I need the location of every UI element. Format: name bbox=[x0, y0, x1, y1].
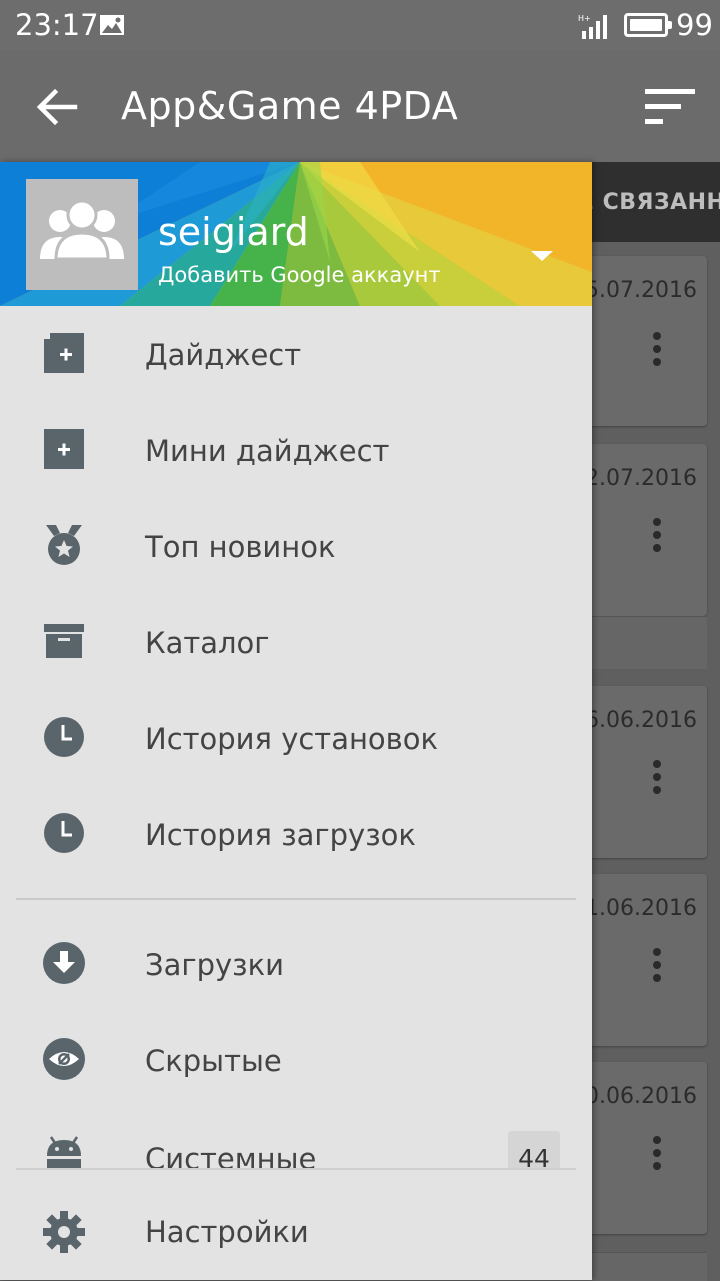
battery-level: 99 bbox=[676, 8, 713, 42]
card-date: 5.07.2016 bbox=[585, 278, 697, 303]
clock-icon bbox=[44, 813, 84, 853]
card-date: 2.07.2016 bbox=[585, 466, 697, 491]
more-vert-icon[interactable] bbox=[653, 760, 663, 799]
more-vert-icon[interactable] bbox=[653, 332, 663, 371]
drawer-header[interactable]: seigiard Добавить Google аккаунт bbox=[0, 162, 592, 306]
more-vert-icon[interactable] bbox=[653, 1136, 663, 1175]
drawer-item-label: Каталог bbox=[145, 626, 270, 660]
drawer-item-label: История установок bbox=[145, 722, 439, 756]
add-google-account-link[interactable]: Добавить Google аккаунт bbox=[158, 263, 441, 287]
card-date: 1.06.2016 bbox=[585, 896, 697, 921]
back-arrow-icon[interactable] bbox=[35, 85, 79, 129]
drawer-item-top-new[interactable]: Топ новинок bbox=[0, 499, 592, 595]
drawer-item-label: Скрытые bbox=[145, 1044, 282, 1078]
more-vert-icon[interactable] bbox=[653, 518, 663, 557]
avatar[interactable] bbox=[26, 179, 138, 290]
mini-digest-icon bbox=[44, 429, 84, 469]
drawer-item-downloads[interactable]: Загрузки bbox=[0, 917, 592, 1013]
more-vert-icon[interactable] bbox=[653, 948, 663, 987]
navigation-drawer: seigiard Добавить Google аккаунт Дайджес… bbox=[0, 162, 592, 1280]
sort-icon[interactable] bbox=[645, 87, 695, 127]
download-icon bbox=[43, 942, 85, 984]
hidden-eye-icon bbox=[43, 1038, 85, 1080]
card-date: 6.06.2016 bbox=[585, 708, 697, 733]
drawer-item-mini-digest[interactable]: Мини дайджест bbox=[0, 403, 592, 499]
drawer-item-label: Настройки bbox=[145, 1215, 309, 1249]
app-title: App&Game 4PDA bbox=[121, 84, 459, 128]
gear-icon bbox=[43, 1211, 85, 1253]
image-notification-icon bbox=[100, 15, 124, 35]
clock-icon bbox=[44, 717, 84, 757]
drawer-item-install-history[interactable]: История установок bbox=[0, 691, 592, 787]
user-group-icon bbox=[40, 199, 124, 261]
medal-icon bbox=[46, 525, 82, 565]
drawer-item-label: Дайджест bbox=[145, 338, 302, 372]
status-bar: 23:17 H+ 99 bbox=[0, 0, 720, 50]
account-username: seigiard bbox=[158, 210, 309, 254]
archive-icon bbox=[44, 624, 84, 658]
account-dropdown-icon[interactable] bbox=[531, 251, 553, 261]
drawer-item-label: Мини дайджест bbox=[145, 434, 390, 468]
drawer-item-digest[interactable]: Дайджест bbox=[0, 307, 592, 403]
drawer-item-settings[interactable]: Настройки bbox=[0, 1184, 592, 1280]
drawer-item-download-history[interactable]: История загрузок bbox=[0, 787, 592, 883]
battery-icon bbox=[624, 13, 672, 37]
digest-icon bbox=[44, 333, 84, 373]
card-date: 0.06.2016 bbox=[585, 1084, 697, 1109]
drawer-item-label: История загрузок bbox=[145, 818, 416, 852]
status-time: 23:17 bbox=[15, 8, 99, 42]
signal-icon: H+ bbox=[578, 14, 607, 39]
drawer-divider bbox=[16, 898, 576, 900]
drawer-item-label: Загрузки bbox=[145, 948, 284, 982]
drawer-item-label: Топ новинок bbox=[145, 530, 336, 564]
drawer-item-catalog[interactable]: Каталог bbox=[0, 595, 592, 691]
svg-text:H+: H+ bbox=[578, 14, 591, 23]
drawer-item-hidden[interactable]: Скрытые bbox=[0, 1013, 592, 1109]
app-bar: App&Game 4PDA bbox=[0, 50, 720, 162]
